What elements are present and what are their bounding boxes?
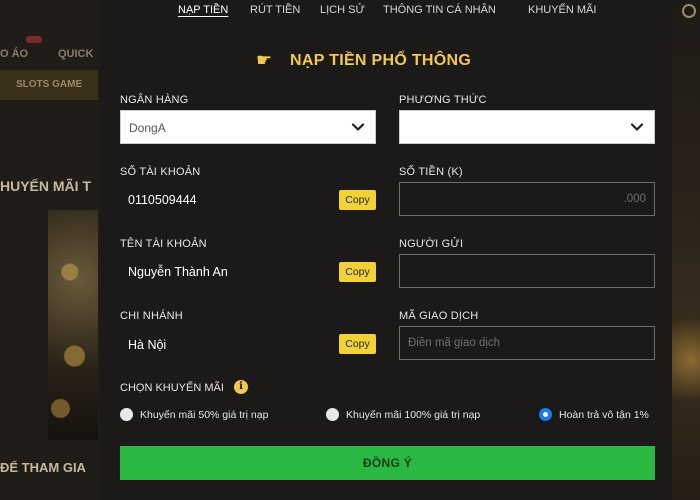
account-name-label: TÊN TÀI KHOẢN bbox=[120, 238, 207, 250]
promo-option-100[interactable]: Khuyến mãi 100% giá trị nạp bbox=[326, 407, 526, 423]
branch-value: Hà Nội bbox=[128, 338, 167, 352]
method-select[interactable] bbox=[399, 110, 655, 144]
branch-label: CHI NHÁNH bbox=[120, 310, 183, 322]
account-name-value: Nguyễn Thành An bbox=[128, 265, 228, 279]
bank-label: NGÂN HÀNG bbox=[120, 94, 189, 106]
promo-option-label: Khuyến mãi 100% giá trị nạp bbox=[346, 409, 481, 421]
tab-deposit[interactable]: NẠP TIỀN bbox=[178, 4, 228, 16]
promo-option-cashback[interactable]: Hoàn trả vô tận 1% bbox=[539, 407, 659, 423]
copy-branch-button[interactable]: Copy bbox=[339, 334, 376, 354]
bank-select-value: DongA bbox=[129, 121, 166, 135]
copy-account-number-button[interactable]: Copy bbox=[339, 190, 376, 210]
method-label: PHƯƠNG THỨC bbox=[399, 94, 487, 106]
promo-option-label: Hoàn trả vô tận 1% bbox=[559, 409, 649, 421]
background-logo-icon bbox=[682, 4, 696, 18]
amount-placeholder: .000 bbox=[623, 193, 646, 205]
background-promo-title: HUYẾN MÃI T bbox=[0, 178, 91, 194]
chevron-down-icon bbox=[351, 123, 365, 131]
page-title: NẠP TIỀN PHỔ THÔNG bbox=[290, 52, 472, 69]
background-coins-image bbox=[4, 230, 98, 440]
promotion-label: CHỌN KHUYẾN MÃI bbox=[120, 382, 224, 394]
sender-input[interactable] bbox=[399, 254, 655, 288]
promo-option-label: Khuyến mãi 50% giá trị nạp bbox=[140, 409, 269, 421]
modal-heading: ☛ NẠP TIỀN PHỔ THÔNG bbox=[100, 50, 672, 74]
account-number-label: SỐ TÀI KHOẢN bbox=[120, 166, 201, 178]
modal-tabs: NẠP TIỀN RÚT TIỀN LỊCH SỬ THÔNG TIN CÁ N… bbox=[100, 0, 672, 26]
amount-label: SỐ TIỀN (K) bbox=[399, 166, 463, 178]
sender-label: NGƯỜI GỬI bbox=[399, 238, 464, 250]
background-nav-item: O ÁO bbox=[0, 48, 29, 60]
background-slots-tab: SLOTS GAME bbox=[0, 70, 98, 100]
radio-button-checked[interactable] bbox=[539, 408, 552, 421]
tab-profile[interactable]: THÔNG TIN CÁ NHÂN bbox=[383, 4, 496, 16]
transaction-code-label: MÃ GIAO DỊCH bbox=[399, 310, 479, 322]
amount-input[interactable]: .000 bbox=[399, 182, 655, 216]
deposit-modal: NẠP TIỀN RÚT TIỀN LỊCH SỬ THÔNG TIN CÁ N… bbox=[100, 0, 672, 500]
tab-promotions[interactable]: KHUYẾN MÃI bbox=[528, 4, 596, 16]
info-icon[interactable]: i bbox=[234, 380, 248, 394]
tab-history[interactable]: LỊCH SỬ bbox=[320, 4, 365, 16]
background-nav: O ÁO QUICK bbox=[0, 40, 98, 70]
transaction-code-input[interactable]: Điền mã giao dịch bbox=[399, 326, 655, 360]
transaction-code-placeholder: Điền mã giao dịch bbox=[408, 337, 501, 349]
confirm-button[interactable]: ĐỒNG Ý bbox=[120, 446, 655, 480]
copy-account-name-button[interactable]: Copy bbox=[339, 262, 376, 282]
promo-option-50[interactable]: Khuyến mãi 50% giá trị nạp bbox=[120, 407, 310, 423]
tab-withdraw[interactable]: RÚT TIỀN bbox=[250, 4, 300, 16]
bank-select[interactable]: DongA bbox=[120, 110, 376, 144]
account-number-value: 0110509444 bbox=[128, 193, 197, 207]
pointing-hand-icon: ☛ bbox=[256, 50, 273, 70]
radio-button[interactable] bbox=[120, 408, 133, 421]
background-join-text: ĐỂ THAM GIA bbox=[0, 460, 86, 475]
chevron-down-icon bbox=[630, 123, 644, 131]
radio-button[interactable] bbox=[326, 408, 339, 421]
background-nav-item: QUICK bbox=[58, 48, 94, 60]
